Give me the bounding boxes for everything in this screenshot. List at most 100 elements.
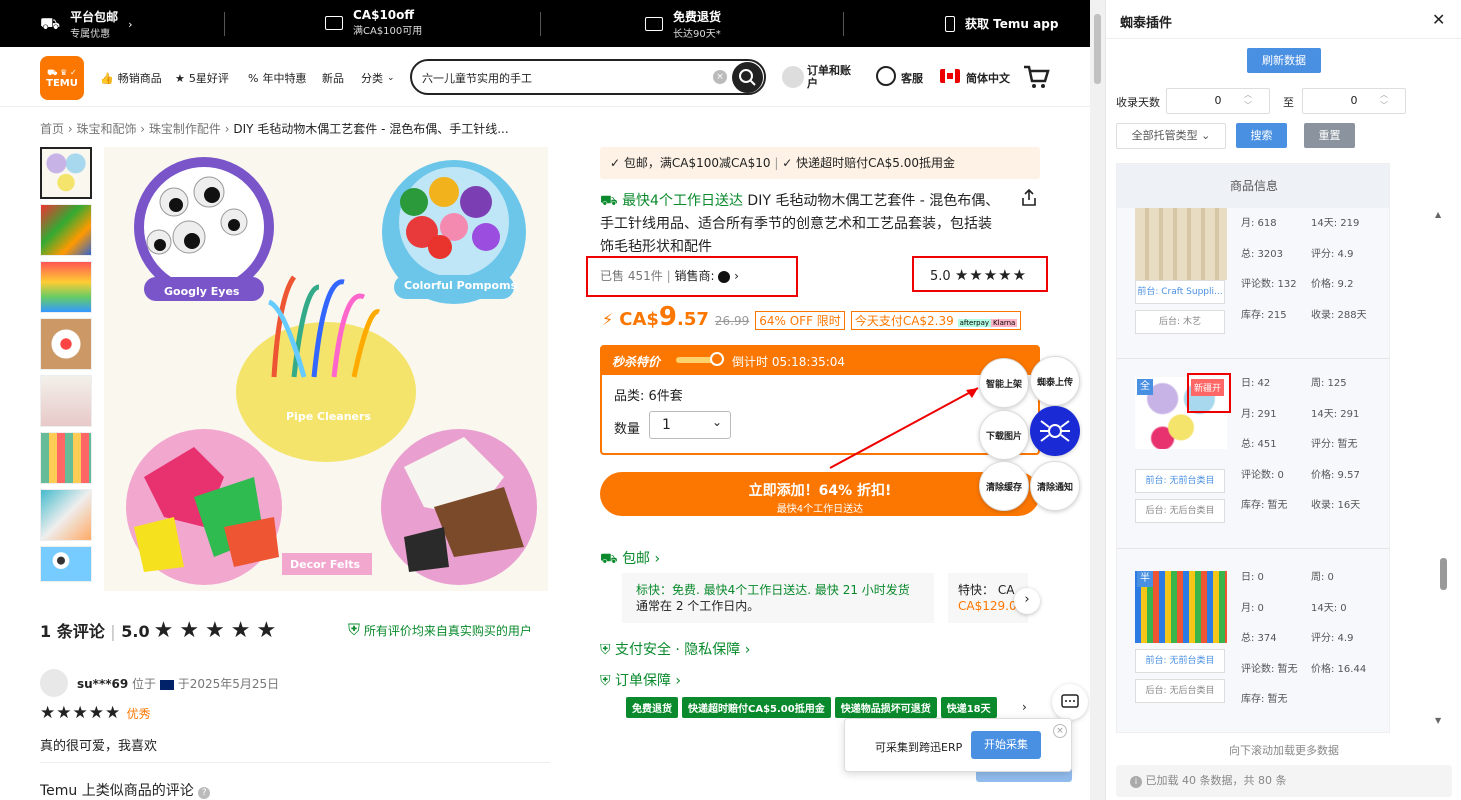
five-stars-icon: ★★★★★: [40, 703, 122, 723]
customer-service-link[interactable]: 客服: [901, 70, 923, 86]
coupon-promo[interactable]: CA$10off 满CA$100可用: [325, 8, 422, 37]
smart-listing-button[interactable]: 智能上架: [979, 358, 1029, 408]
verified-note: ⛨ 所有评价均来自真实购买的用户: [348, 620, 532, 640]
thumbnail[interactable]: [40, 375, 92, 427]
thumbnail[interactable]: [40, 318, 92, 370]
clear-notify-button[interactable]: 清除通知: [1030, 461, 1080, 511]
divider: [843, 12, 844, 36]
nav-bestsellers[interactable]: 👍 畅销商品: [100, 70, 162, 86]
thumbnail[interactable]: [40, 147, 92, 199]
stat-cell: 评论数: 0: [1241, 469, 1284, 481]
cart-icon[interactable]: [1022, 64, 1050, 90]
language-selector[interactable]: 简体中文: [966, 70, 1010, 86]
type-select[interactable]: 全部托管类型 ⌄: [1116, 123, 1226, 149]
upload-button[interactable]: 蜘泰上传: [1030, 356, 1080, 406]
page-scrollbar[interactable]: [1090, 0, 1105, 800]
search-input[interactable]: 六一儿童节实用的手工: [422, 70, 532, 86]
search-button[interactable]: 搜索: [1236, 123, 1287, 148]
product-title: ⛟ 最快4个工作日送达 DIY 毛毡动物木偶工艺套件 - 混色布偶、手工针线用品…: [600, 190, 1000, 259]
quantity-select[interactable]: 1 ⌄: [649, 411, 731, 439]
close-icon[interactable]: ×: [1053, 724, 1067, 738]
order-guarantee-row[interactable]: ⛨ 订单保障 ›: [600, 670, 681, 690]
nav-five-star[interactable]: ★ 5星好评: [175, 70, 229, 86]
chevron-right-icon[interactable]: ›: [1014, 588, 1040, 614]
get-app-link[interactable]: 获取 Temu app: [945, 15, 1058, 32]
smiley-support-icon[interactable]: [876, 66, 896, 86]
breadcrumb-home[interactable]: 首页: [40, 122, 64, 136]
scroll-down-icon[interactable]: ▼: [1435, 716, 1441, 725]
image-label: Pipe Cleaners: [286, 410, 371, 423]
stat-cell: 月: 0: [1241, 602, 1264, 614]
temu-logo[interactable]: ⛟ ♛ ✓ TEMU: [40, 56, 84, 100]
close-icon[interactable]: ✕: [1432, 10, 1445, 29]
chat-button[interactable]: [1052, 684, 1088, 720]
cta-sublabel: 最快4个工作日送达: [776, 504, 864, 515]
share-icon[interactable]: [1020, 188, 1038, 208]
breadcrumb-parts[interactable]: 珠宝制作配件: [149, 122, 221, 136]
canada-flag-icon: [940, 69, 960, 83]
chevron-down-icon: ⌄: [387, 73, 395, 83]
pipe-cleaners-group: [236, 275, 416, 462]
promo-text: ✓ 包邮，满CA$100减CA$10: [610, 156, 771, 170]
promo-title: CA$10off: [353, 8, 415, 22]
return-box-icon: [645, 17, 663, 31]
help-icon[interactable]: ?: [198, 787, 211, 799]
list-scroll-thumb[interactable]: [1440, 558, 1447, 590]
download-images-button[interactable]: 下载图片: [979, 410, 1029, 460]
stepper-icon[interactable]: ︿ ﹀: [1380, 89, 1388, 111]
clear-cache-button[interactable]: 清除缓存: [979, 461, 1029, 511]
chevron-right-icon[interactable]: ›: [1022, 700, 1027, 714]
stat-cell: 价格: 9.2: [1311, 279, 1354, 290]
thumbs-up-icon: 👍: [100, 71, 114, 85]
free-shipping-promo[interactable]: ⛟ 平台包邮 专属优惠 ›: [40, 8, 133, 40]
account-orders-link[interactable]: 订单和账户: [807, 64, 857, 90]
reset-button[interactable]: 重置: [1304, 123, 1355, 148]
start-collect-button[interactable]: 开始采集: [971, 731, 1041, 759]
pay-later-badge[interactable]: 今天支付CA$2.39 afterpay Klarna: [850, 311, 1022, 330]
thumbnail[interactable]: [40, 261, 92, 313]
refresh-data-button[interactable]: 刷新数据: [1247, 48, 1321, 73]
spider-logo-icon[interactable]: [1030, 406, 1080, 456]
thumbnail[interactable]: [40, 432, 92, 484]
highlight-box: [912, 256, 1048, 292]
stepper-icon[interactable]: ︿ ﹀: [1244, 89, 1252, 111]
divider: [40, 762, 550, 763]
badge: 快递超时赔付CA$5.00抵用金: [682, 697, 831, 718]
thumbnail[interactable]: [40, 546, 92, 582]
thumbnail[interactable]: [40, 489, 92, 541]
product-collage: [126, 157, 537, 585]
phone-icon: [945, 15, 955, 32]
thumbnail[interactable]: [40, 204, 92, 256]
clear-search-icon[interactable]: ×: [713, 70, 727, 84]
nav-categories[interactable]: 分类 ⌄: [361, 70, 395, 86]
stat-cell: 库存: 暂无: [1241, 500, 1288, 511]
shield-icon: ⛨: [600, 642, 615, 658]
delivery-tag: 最快4个工作日送达: [622, 193, 743, 209]
price-decimal: .57: [677, 309, 709, 330]
logo-text: TEMU: [46, 77, 78, 89]
scroll-up-icon[interactable]: ▲: [1435, 210, 1441, 219]
to-label: 至: [1283, 96, 1294, 109]
stat-cell: 价格: 16.44: [1311, 663, 1367, 675]
stat-cell: 总: 451: [1241, 439, 1277, 450]
nav-midyear-sale[interactable]: % 年中特惠: [248, 70, 306, 86]
front-category: 前台: 无前台类目: [1135, 469, 1225, 493]
payment-safety-row[interactable]: ⛨ 支付安全 · 隐私保障 ›: [600, 639, 750, 659]
back-category: 后台: 无后台类目: [1135, 679, 1225, 703]
annotation-arrow: [829, 387, 979, 469]
avatar[interactable]: [782, 66, 804, 88]
load-status: i 已加载 40 条数据，共 80 条: [1116, 765, 1452, 797]
badge: 快递物品损坏可退货: [834, 697, 937, 718]
shipping-row[interactable]: ⛟ 包邮 ›: [600, 548, 660, 569]
breadcrumb-jewelry[interactable]: 珠宝和配饰: [76, 122, 136, 136]
product-main-image[interactable]: Googly Eyes Colorful Pompoms Pipe Cleane…: [104, 147, 548, 591]
days-to-input[interactable]: 0: [1302, 88, 1406, 114]
coupon-icon: [325, 15, 343, 30]
free-return-promo[interactable]: 免费退货 长达90天*: [645, 8, 721, 40]
days-from-input[interactable]: 0: [1166, 88, 1270, 114]
add-to-cart-button[interactable]: 立即添加！64% 折扣! 最快4个工作日送达: [600, 472, 1040, 516]
front-category: 前台: 无前台类目: [1135, 649, 1225, 673]
search-button[interactable]: [732, 62, 763, 93]
nav-new[interactable]: 新品: [322, 70, 344, 86]
price-row: ⚡ CA$ 9.57 26.99 64% OFF 限时 今天支付CA$2.39 a…: [602, 302, 1022, 332]
